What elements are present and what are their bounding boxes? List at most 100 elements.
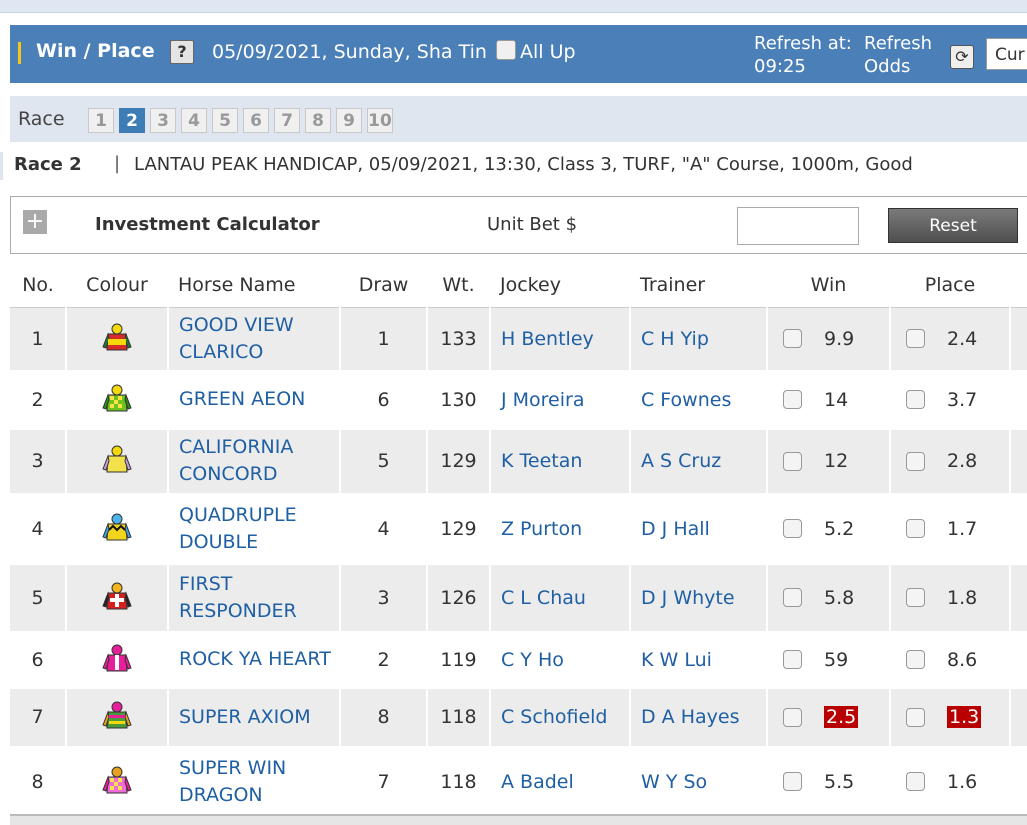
horse-name-line2[interactable]: DRAGON: [179, 782, 339, 809]
horse-name-line1[interactable]: QUADRUPLE: [179, 502, 339, 529]
race-number-button[interactable]: 2: [119, 108, 145, 133]
silk-cell: [65, 564, 168, 631]
draw: 3: [339, 564, 427, 631]
race-number-button[interactable]: 10: [367, 108, 393, 133]
horse-name-line1[interactable]: CALIFORNIA: [179, 434, 339, 461]
horse-name-cell[interactable]: ROCK YA HEART: [167, 630, 340, 689]
place-checkbox[interactable]: [906, 519, 925, 538]
expand-plus-icon[interactable]: +: [23, 210, 47, 234]
place-checkbox[interactable]: [906, 707, 925, 727]
reset-button[interactable]: Reset: [888, 208, 1018, 243]
horse-name-line2[interactable]: RESPONDER: [179, 598, 339, 625]
horse-name-line2[interactable]: CLARICO: [179, 339, 339, 366]
trainer-link[interactable]: C H Yip: [629, 307, 767, 370]
odds-type-select[interactable]: Cur: [986, 38, 1027, 70]
place-checkbox[interactable]: [906, 588, 925, 607]
race-number-button[interactable]: 8: [305, 108, 331, 133]
silk-cell: [65, 745, 168, 818]
jockey-link[interactable]: C L Chau: [489, 564, 630, 631]
win-checkbox[interactable]: [783, 588, 802, 607]
jockey-link[interactable]: J Moreira: [489, 369, 630, 430]
race-number-button[interactable]: 5: [212, 108, 238, 133]
race-number-button[interactable]: 3: [150, 108, 176, 133]
race-info-separator: |: [114, 153, 121, 174]
win-checkbox[interactable]: [783, 329, 802, 349]
horse-name-line1[interactable]: FIRST: [179, 571, 339, 598]
weight: 126: [426, 564, 490, 631]
horse-name-line1[interactable]: ROCK YA HEART: [179, 646, 339, 673]
runner-number: 4: [10, 492, 66, 565]
place-checkbox[interactable]: [906, 329, 925, 349]
trainer-link[interactable]: A S Cruz: [629, 429, 767, 493]
weight: 129: [426, 492, 490, 565]
place-odds: 1.8: [947, 586, 978, 609]
horse-name-line1[interactable]: GOOD VIEW: [179, 312, 339, 339]
horse-name-line1[interactable]: SUPER WIN: [179, 755, 339, 782]
all-up-checkbox[interactable]: [496, 40, 516, 60]
win-cell: 2.5: [766, 688, 890, 746]
trainer-link[interactable]: W Y So: [629, 745, 767, 818]
trainer-link[interactable]: D J Hall: [629, 492, 767, 565]
horse-name-cell[interactable]: GOOD VIEW CLARICO: [167, 307, 340, 370]
race-number-button[interactable]: 4: [181, 108, 207, 133]
help-icon[interactable]: ?: [170, 40, 194, 64]
racing-silk-icon: [102, 384, 132, 411]
horse-name-cell[interactable]: GREEN AEON: [167, 369, 340, 430]
weight: 118: [426, 745, 490, 818]
jockey-link[interactable]: K Teetan: [489, 429, 630, 493]
runner-number: 3: [10, 429, 66, 493]
horse-name-cell[interactable]: CALIFORNIA CONCORD: [167, 429, 340, 493]
win-checkbox[interactable]: [783, 707, 802, 727]
jockey-link[interactable]: C Schofield: [489, 688, 630, 746]
trainer-link[interactable]: C Fownes: [629, 369, 767, 430]
win-checkbox[interactable]: [783, 451, 802, 471]
refresh-icon[interactable]: ⟳: [950, 45, 974, 69]
place-odds: 3.7: [947, 388, 978, 411]
win-cell: 59: [766, 630, 890, 689]
win-checkbox[interactable]: [783, 519, 802, 538]
jockey-link[interactable]: A Badel: [489, 745, 630, 818]
place-checkbox[interactable]: [906, 451, 925, 471]
refresh-odds-line2: Odds: [864, 56, 911, 77]
win-checkbox[interactable]: [783, 772, 802, 791]
place-odds: 8.6: [947, 648, 978, 671]
calculator-title[interactable]: Investment Calculator: [95, 214, 320, 235]
race-number-button[interactable]: 6: [243, 108, 269, 133]
jockey-link[interactable]: C Y Ho: [489, 630, 630, 689]
place-cell: 1.3: [889, 688, 1010, 746]
horse-name-line2[interactable]: DOUBLE: [179, 529, 339, 556]
place-odds: 1.7: [947, 517, 978, 540]
horse-name-line1[interactable]: SUPER AXIOM: [179, 704, 339, 731]
race-number-button[interactable]: 9: [336, 108, 362, 133]
horse-name-line1[interactable]: GREEN AEON: [179, 386, 339, 413]
table-row: 8 SUPER WIN DRAGON 7 118 A Badel W Y So 5.5 1.6: [10, 745, 1027, 818]
investment-calculator: + Investment Calculator Unit Bet $ Reset: [10, 196, 1027, 254]
horse-name-cell[interactable]: FIRST RESPONDER: [167, 564, 340, 631]
all-up-label[interactable]: All Up: [520, 41, 576, 63]
place-checkbox[interactable]: [906, 772, 925, 791]
win-cell: 12: [766, 429, 890, 493]
pool-title[interactable]: Win / Place: [36, 40, 155, 62]
unit-bet-input[interactable]: [737, 207, 859, 245]
horse-name-cell[interactable]: SUPER WIN DRAGON: [167, 745, 340, 818]
horse-name-line2[interactable]: CONCORD: [179, 461, 339, 488]
win-checkbox[interactable]: [783, 650, 802, 669]
trainer-link[interactable]: D J Whyte: [629, 564, 767, 631]
jockey-link[interactable]: Z Purton: [489, 492, 630, 565]
runner-number: 5: [10, 564, 66, 631]
trainer-link[interactable]: D A Hayes: [629, 688, 767, 746]
horse-name-cell[interactable]: QUADRUPLE DOUBLE: [167, 492, 340, 565]
weight: 130: [426, 369, 490, 430]
horse-name-cell[interactable]: SUPER AXIOM: [167, 688, 340, 746]
refresh-time: Refresh at: 09:25: [754, 32, 852, 78]
table-footer-line: [10, 814, 1027, 825]
place-checkbox[interactable]: [906, 650, 925, 669]
jockey-link[interactable]: H Bentley: [489, 307, 630, 370]
table-row: 6 ROCK YA HEART 2 119 C Y Ho K W Lui 59 8.6: [10, 630, 1027, 689]
race-number-button[interactable]: 1: [88, 108, 114, 133]
place-checkbox[interactable]: [906, 390, 925, 409]
win-checkbox[interactable]: [783, 390, 802, 409]
win-odds: 5.8: [824, 586, 855, 609]
race-number-button[interactable]: 7: [274, 108, 300, 133]
trainer-link[interactable]: K W Lui: [629, 630, 767, 689]
